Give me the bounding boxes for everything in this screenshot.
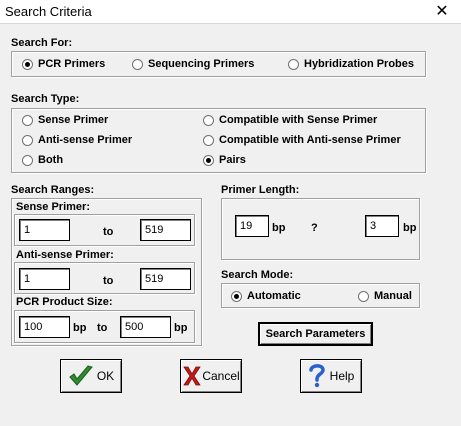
radio-label: PCR Primers [38,58,106,70]
radio-manual[interactable]: Manual [358,290,412,302]
title-bar: Search Criteria ✕ [0,0,461,24]
radio-button[interactable] [22,58,33,70]
radio-pairs[interactable]: Pairs [203,154,246,166]
pcr-size-from-field[interactable]: 100 [19,316,70,338]
radio-label: Anti-sense Primer [38,134,133,146]
pcr-size-from-unit: bp [73,322,87,334]
radio-label: Sense Primer [38,114,109,126]
help-label: Help [329,369,355,383]
radio-automatic[interactable]: Automatic [231,290,301,302]
close-button[interactable]: ✕ [427,1,457,23]
x-icon [182,364,202,388]
primer-length-label: Primer Length: [221,184,300,196]
primer-length-max-field[interactable]: 3 [365,215,399,237]
primer-length-min-field[interactable]: 19 [235,215,269,237]
radio-button[interactable] [132,58,143,70]
pcr-size-to-field[interactable]: 500 [120,316,171,338]
radio-compatible-antisense[interactable]: Compatible with Anti-sense Primer [203,134,401,146]
radio-button[interactable] [203,114,214,126]
sense-primer-from-field[interactable]: 1 [19,219,70,241]
radio-label: Both [38,154,64,166]
radio-button[interactable] [231,290,242,302]
radio-button[interactable] [203,154,214,166]
search-for-label: Search For: [11,37,73,49]
cancel-label: Cancel [202,369,240,383]
check-icon [68,364,94,388]
cancel-button[interactable]: Cancel [180,359,242,393]
radio-label: Compatible with Anti-sense Primer [219,134,401,146]
radio-both[interactable]: Both [22,154,63,166]
primer-length-separator: ? [311,222,318,234]
antisense-primer-to-label: to [103,275,114,287]
search-parameters-button[interactable]: Search Parameters [258,322,373,346]
radio-button[interactable] [22,114,33,126]
help-button[interactable]: Help [300,359,362,393]
radio-button[interactable] [203,134,214,146]
radio-sense-primer[interactable]: Sense Primer [22,114,108,126]
radio-label: Compatible with Sense Primer [219,114,378,126]
radio-antisense-primer[interactable]: Anti-sense Primer [22,134,132,146]
radio-button[interactable] [288,58,299,70]
radio-button[interactable] [358,290,369,302]
radio-button[interactable] [22,134,33,146]
antisense-primer-label: Anti-sense Primer: [16,249,114,261]
primer-length-max-unit: bp [403,222,417,234]
radio-pcr-primers[interactable]: PCR Primers [22,58,105,70]
search-mode-label: Search Mode: [221,269,294,281]
antisense-primer-to-field[interactable]: 519 [140,268,191,290]
sense-primer-label: Sense Primer: [16,201,90,213]
sense-primer-to-field[interactable]: 519 [140,219,191,241]
ok-button[interactable]: OK [60,359,122,393]
search-ranges-label: Search Ranges: [11,184,95,196]
radio-label: Pairs [219,154,246,166]
radio-compatible-sense[interactable]: Compatible with Sense Primer [203,114,377,126]
pcr-size-to-label: to [97,322,108,334]
radio-label: Hybridization Probes [304,58,415,70]
window-title: Search Criteria [5,4,92,19]
radio-label: Sequencing Primers [148,58,255,70]
question-icon [308,363,326,389]
radio-label: Automatic [247,290,301,302]
radio-hybridization-probes[interactable]: Hybridization Probes [288,58,414,70]
pcr-product-size-label: PCR Product Size: [16,296,113,308]
radio-button[interactable] [22,154,33,166]
ok-label: OK [96,369,115,383]
antisense-primer-from-field[interactable]: 1 [19,268,70,290]
radio-sequencing-primers[interactable]: Sequencing Primers [132,58,254,70]
sense-primer-to-label: to [103,226,114,238]
radio-label: Manual [374,290,412,302]
search-type-label: Search Type: [11,93,80,105]
pcr-size-to-unit: bp [174,322,188,334]
primer-length-min-unit: bp [272,222,286,234]
